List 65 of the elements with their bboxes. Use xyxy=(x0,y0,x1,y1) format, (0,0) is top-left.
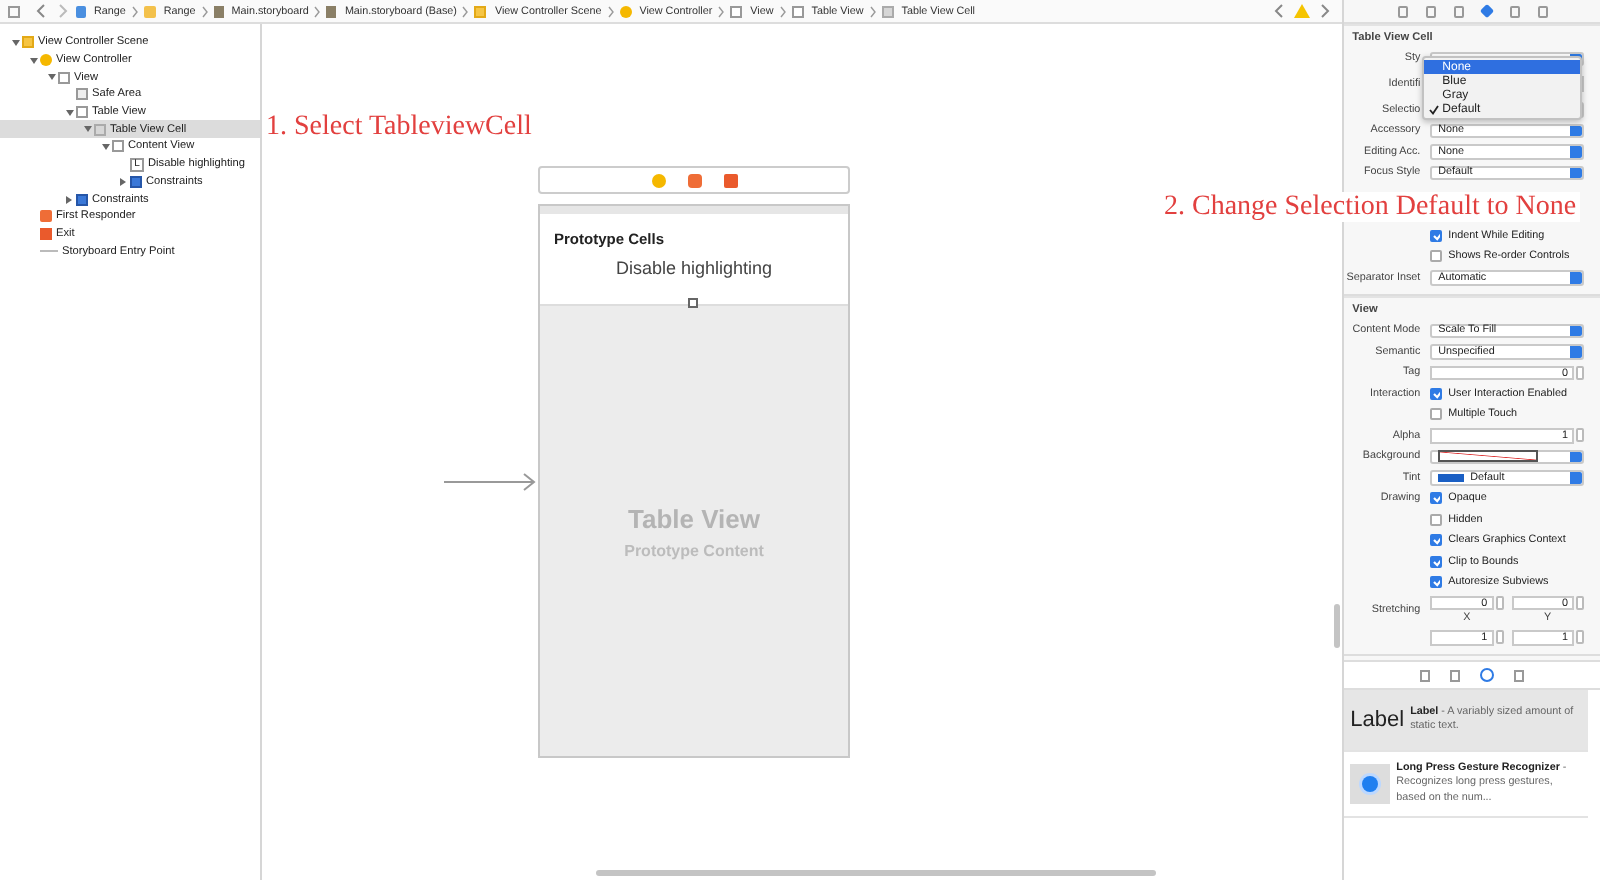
stepper-icon[interactable] xyxy=(1495,596,1504,610)
chevron-icon xyxy=(779,5,786,17)
forward-icon[interactable] xyxy=(1320,4,1331,18)
square-icon xyxy=(76,88,88,101)
square-icon xyxy=(76,106,88,119)
inspector-tab-icon[interactable] xyxy=(1425,5,1436,17)
scrollbar[interactable] xyxy=(1334,604,1341,648)
warning-icon[interactable] xyxy=(1294,4,1311,18)
folder-icon xyxy=(143,5,156,17)
checkbox[interactable] xyxy=(1430,408,1443,421)
chevron-icon xyxy=(201,5,208,17)
resize-handle[interactable] xyxy=(688,298,698,308)
inspector-tab-icon[interactable] xyxy=(1453,5,1464,17)
square-icon xyxy=(58,71,70,84)
stepper-icon[interactable] xyxy=(1576,630,1584,645)
library-tab-icon[interactable] xyxy=(1450,669,1461,681)
chevron-icon xyxy=(131,5,138,17)
placeholder-title: Table View xyxy=(628,503,760,533)
constraints-icon xyxy=(130,175,142,188)
checkbox[interactable] xyxy=(1430,555,1443,568)
chevron-icon xyxy=(607,5,614,17)
circle-icon xyxy=(619,5,632,17)
square-icon xyxy=(730,5,743,17)
gesture-icon[interactable] xyxy=(1350,763,1391,804)
inspector-tab-icon[interactable] xyxy=(1537,5,1548,17)
checkbox[interactable] xyxy=(1430,513,1443,526)
checkbox[interactable] xyxy=(1430,534,1443,547)
grid-icon[interactable] xyxy=(8,5,20,17)
inspector-tab-icon[interactable] xyxy=(1479,3,1494,19)
chevron-icon xyxy=(462,5,469,17)
library-tab-icon[interactable] xyxy=(1420,669,1431,681)
inspector-tab-icon[interactable] xyxy=(1397,5,1408,17)
back-icon[interactable] xyxy=(36,4,46,18)
square-icon xyxy=(881,5,894,17)
folder-icon xyxy=(22,36,34,49)
scrollbar[interactable] xyxy=(596,870,1156,876)
label-preview[interactable]: Label xyxy=(1350,708,1405,732)
stepper-icon[interactable] xyxy=(1576,365,1584,380)
checkbox[interactable] xyxy=(1430,387,1443,400)
document-icon xyxy=(76,5,86,17)
stepper-icon[interactable] xyxy=(1576,596,1584,610)
square-icon xyxy=(112,140,124,153)
chevron-icon xyxy=(314,5,321,17)
cell-label: Disable highlighting xyxy=(613,258,775,278)
circle-icon xyxy=(40,54,52,67)
forward-icon[interactable] xyxy=(58,4,68,18)
back-icon[interactable] xyxy=(1274,4,1285,18)
checkbox[interactable] xyxy=(1430,229,1443,242)
annotation: 2. Change Selection Default to None xyxy=(1160,192,1581,222)
color-well[interactable] xyxy=(1430,449,1584,464)
checkbox[interactable] xyxy=(1430,492,1443,505)
chevron-icon xyxy=(718,5,725,17)
library-tab-icon[interactable] xyxy=(1514,669,1525,681)
checkbox[interactable] xyxy=(1430,250,1443,263)
inspector-tab-icon[interactable] xyxy=(1509,5,1520,17)
circle-icon[interactable] xyxy=(651,173,665,187)
checkbox[interactable] xyxy=(1430,576,1443,589)
constraints-icon xyxy=(76,193,88,206)
stepper-icon[interactable] xyxy=(1576,428,1584,443)
library-tab-icon[interactable] xyxy=(1480,668,1495,682)
chevron-icon xyxy=(869,5,876,17)
stepper-icon[interactable] xyxy=(1495,630,1504,645)
square-icon xyxy=(791,5,804,17)
entry-arrow xyxy=(444,472,538,492)
folder-icon xyxy=(474,5,487,17)
